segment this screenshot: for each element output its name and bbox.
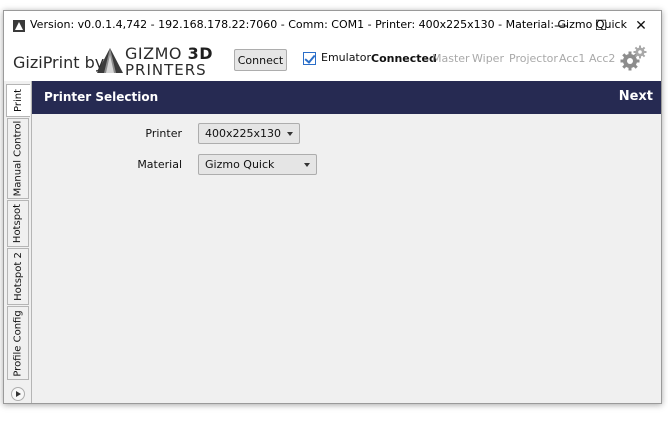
tab-manual-control[interactable]: Manual Control bbox=[7, 118, 29, 199]
page-title: Printer Selection bbox=[44, 90, 159, 104]
app-icon bbox=[13, 20, 25, 32]
close-button[interactable]: ✕ bbox=[619, 11, 661, 41]
printer-select-value: 400x225x130 bbox=[205, 127, 282, 140]
tab-hotspot[interactable]: Hotspot bbox=[7, 200, 29, 247]
printer-select[interactable]: 400x225x130 bbox=[198, 123, 300, 144]
tab-scroll-right-button[interactable] bbox=[11, 387, 25, 401]
chevron-down-icon bbox=[304, 163, 310, 167]
material-select-value: Gizmo Quick bbox=[205, 158, 275, 171]
printer-label: Printer bbox=[145, 127, 182, 140]
tab-print[interactable]: Print bbox=[6, 84, 30, 117]
status-projector: Projector bbox=[509, 52, 558, 65]
toolbar: GiziPrint by GIZMO 3D PRINTERS Connect E… bbox=[4, 41, 661, 81]
minimize-button[interactable]: — bbox=[539, 11, 583, 41]
status-connected: Connected bbox=[371, 52, 437, 65]
app-window: Version: v0.0.1.4,742 - 192.168.178.22:7… bbox=[3, 10, 662, 404]
print-tab-panel: Printer Selection Next Printer 400x225x1… bbox=[31, 81, 661, 403]
status-master: Master bbox=[432, 52, 470, 65]
brand-text: GiziPrint by bbox=[13, 53, 105, 72]
material-label: Material bbox=[137, 158, 182, 171]
tab-hotspot-2[interactable]: Hotspot 2 bbox=[7, 248, 29, 305]
logo-subtitle: PRINTERS bbox=[125, 61, 207, 79]
emulator-checkbox[interactable] bbox=[303, 52, 316, 65]
next-button[interactable]: Next bbox=[619, 89, 653, 104]
gear-icon[interactable] bbox=[619, 44, 649, 74]
status-acc2: Acc2 bbox=[589, 52, 616, 65]
page-header: Printer Selection Next bbox=[32, 81, 661, 114]
status-acc1: Acc1 bbox=[559, 52, 586, 65]
emulator-label: Emulator bbox=[321, 51, 371, 64]
material-select[interactable]: Gizmo Quick bbox=[198, 154, 317, 175]
window-title: Version: v0.0.1.4,742 - 192.168.178.22:7… bbox=[30, 18, 627, 31]
gizmo-logo-icon bbox=[97, 48, 123, 73]
tab-profile-config[interactable]: Profile Config bbox=[7, 306, 29, 380]
maximize-button[interactable]: ☐ bbox=[579, 11, 623, 41]
chevron-down-icon bbox=[287, 132, 293, 136]
vertical-tab-strip: Print Manual Control Hotspot Hotspot 2 P… bbox=[4, 81, 31, 403]
title-bar[interactable]: Version: v0.0.1.4,742 - 192.168.178.22:7… bbox=[4, 11, 661, 41]
connect-button[interactable]: Connect bbox=[234, 49, 287, 71]
status-wiper: Wiper bbox=[472, 52, 504, 65]
